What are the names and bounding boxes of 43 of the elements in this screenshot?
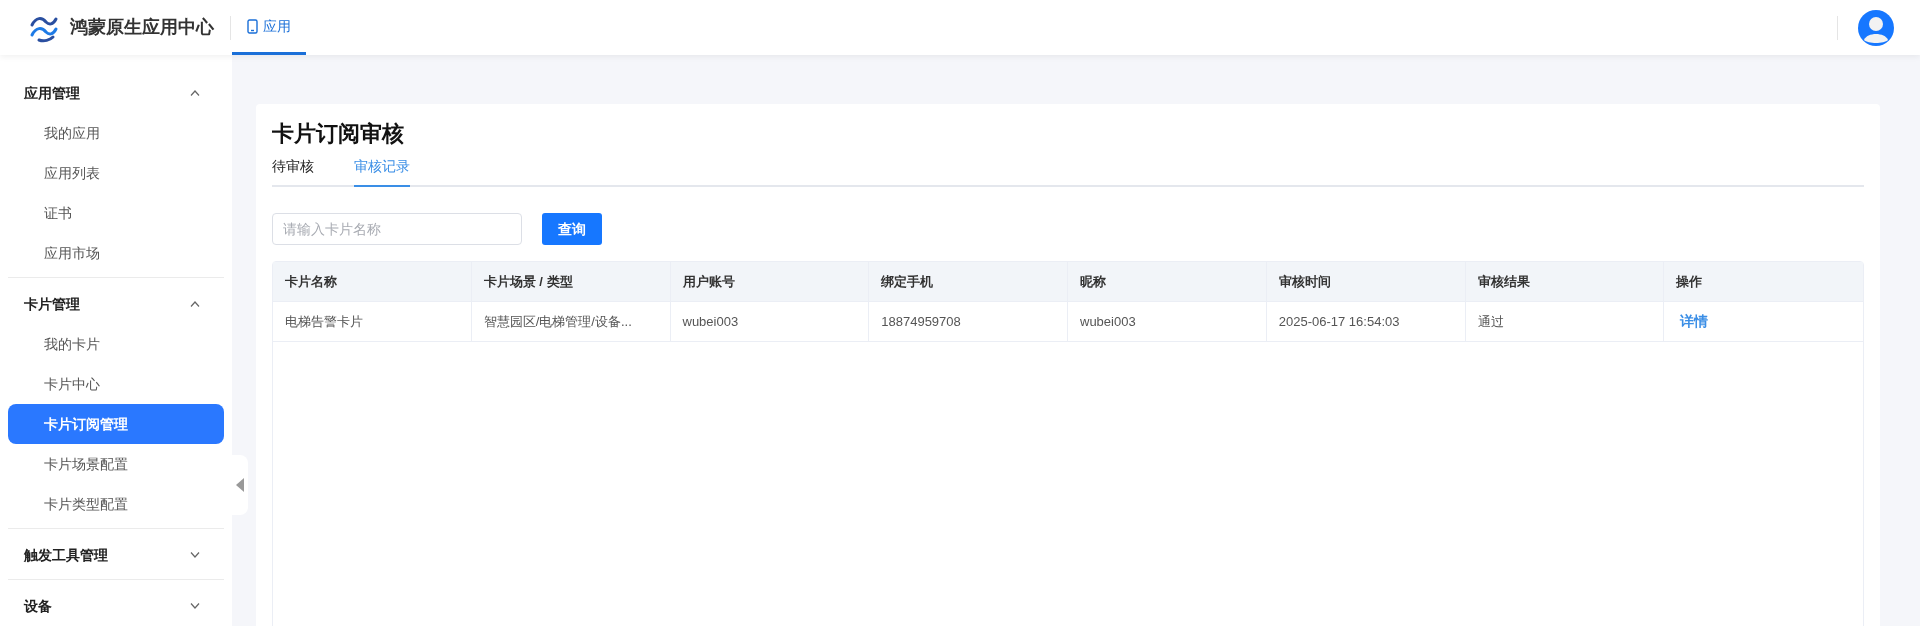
collapse-handle[interactable] <box>232 455 248 515</box>
sidebar-group[interactable]: 触发工具管理 <box>8 535 224 575</box>
column-header: 卡片场景 / 类型 <box>471 262 671 301</box>
search-field[interactable]: 请输入卡片名称 <box>272 213 522 245</box>
chevron-up-icon <box>190 90 200 96</box>
table-cell: 通过 <box>1465 302 1665 341</box>
table-cell: 电梯告警卡片 <box>273 302 472 341</box>
column-header: 卡片名称 <box>273 262 472 301</box>
avatar-icon[interactable] <box>1858 9 1894 46</box>
sidebar-item[interactable]: 应用列表 <box>8 153 224 193</box>
column-header: 操作 <box>1675 272 1704 291</box>
column-header: 审核时间 <box>1266 262 1466 301</box>
column-header: 审核结果 <box>1465 262 1665 301</box>
nav-tab[interactable]: 应用 <box>232 0 306 55</box>
search-button[interactable]: 查询 <box>542 213 602 245</box>
sidebar-group[interactable]: 卡片管理 <box>8 284 224 324</box>
tab[interactable]: 审核记录 <box>354 156 410 187</box>
table-cell: 2025-06-17 16:54:03 <box>1266 302 1466 341</box>
chevron-down-icon <box>190 603 200 609</box>
column-header: 绑定手机 <box>869 262 1068 301</box>
table-cell: 智慧园区/电梯管理/设备... <box>471 302 671 341</box>
caret-left-icon <box>236 478 244 492</box>
sidebar-item[interactable]: 卡片类型配置 <box>8 484 224 524</box>
column-header: 昵称 <box>1068 262 1267 301</box>
page-title: 卡片订阅审核 <box>272 120 405 148</box>
table-cell: wubei003 <box>1068 302 1267 341</box>
sidebar-group[interactable]: 应用管理 <box>8 73 224 113</box>
sidebar-group[interactable]: 设备 <box>8 586 224 626</box>
sidebar-item[interactable]: 证书 <box>8 193 224 233</box>
sidebar-item[interactable]: 我的卡片 <box>8 324 224 364</box>
sidebar-item[interactable]: 卡片中心 <box>8 364 224 404</box>
table-cell: wubei003 <box>670 302 870 341</box>
chevron-down-icon <box>190 552 200 558</box>
app-name: 鸿蒙原生应用中心 <box>70 16 214 39</box>
chevron-up-icon <box>190 301 200 307</box>
sidebar-item[interactable]: 卡片订阅管理 <box>8 404 224 444</box>
table-cell: 18874959708 <box>869 302 1068 341</box>
sidebar-item[interactable]: 我的应用 <box>8 113 224 153</box>
phone-icon <box>247 18 258 34</box>
sidebar-item[interactable]: 卡片场景配置 <box>8 444 224 484</box>
tab[interactable]: 待审核 <box>272 156 314 187</box>
sidebar-item[interactable]: 应用市场 <box>8 233 224 273</box>
column-header: 用户账号 <box>670 262 870 301</box>
